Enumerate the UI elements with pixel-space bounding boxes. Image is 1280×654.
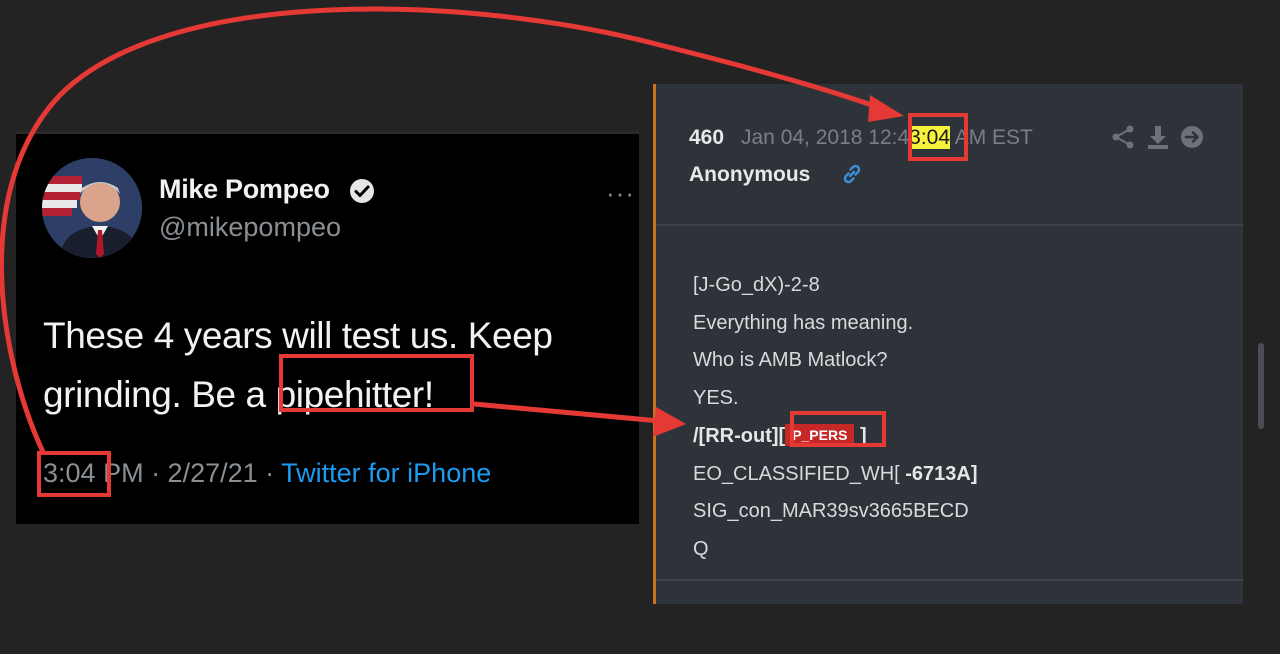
arrowhead [653,407,686,437]
straight-arrow [471,401,663,424]
annotation-arrows [0,6,904,455]
curved-arrow [0,6,883,455]
arrowhead [868,95,904,122]
